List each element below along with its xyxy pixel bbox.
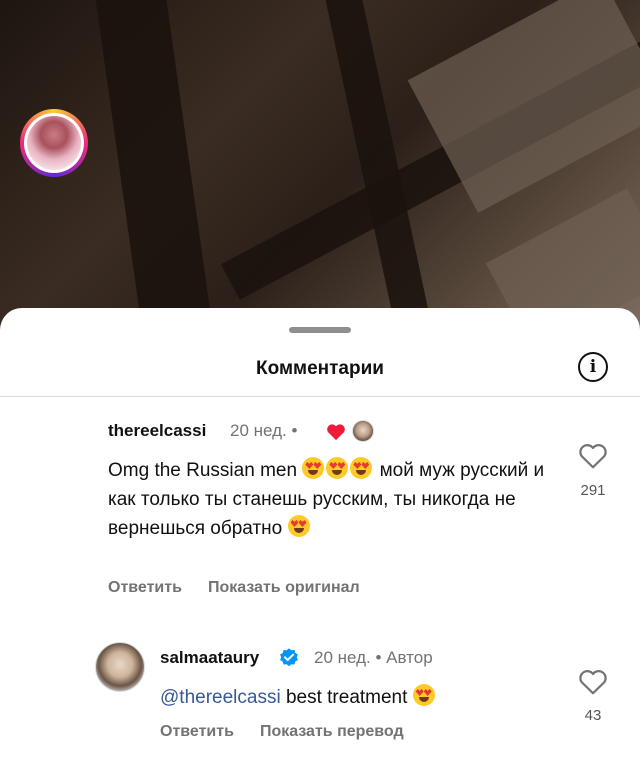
like-count: 291 [580,482,606,499]
comment-text-part: best treatment [285,687,408,708]
comment-username[interactable]: thereelcassi [108,421,206,441]
reply-button[interactable]: Ответить [108,579,182,597]
heart-outline-icon[interactable] [578,442,608,470]
comment-text: Omg the Russian men мой муж русский и ка… [108,456,548,543]
separator: • [375,648,382,667]
heart-filled-icon [327,424,345,441]
avatar-salmaataury[interactable] [95,642,145,692]
comment-actions: Ответить Показать перевод [160,723,404,741]
author-mini-avatar [352,420,374,442]
comment-text-part: Omg the Russian men [108,460,298,481]
reply-button[interactable]: Ответить [160,723,234,741]
heart-eyes-emoji [350,457,373,479]
show-translation-button[interactable]: Показать перевод [260,723,404,741]
time-text: 20 нед. [230,421,287,440]
heart-eyes-emoji [412,684,435,706]
comment-text: @thereelcassi best treatment [160,683,560,712]
info-icon[interactable]: i [578,352,608,382]
background-video-frame [0,0,640,330]
mention-link[interactable]: @thereelcassi [160,687,281,708]
comment-username[interactable]: salmaataury [160,648,259,668]
heart-outline-icon[interactable] [578,668,608,696]
heart-eyes-emoji [287,515,310,537]
divider [0,396,640,397]
avatar-thereelcassi[interactable] [20,109,88,177]
heart-eyes-emoji [302,457,325,479]
like-count: 43 [584,707,602,724]
separator: • [291,421,298,440]
show-original-button[interactable]: Показать оригинал [208,579,360,597]
comment-actions: Ответить Показать оригинал [108,579,360,597]
sheet-title: Комментарии [256,358,384,379]
heart-eyes-emoji [326,457,349,479]
comment-time: 20 нед. • Автор [314,648,433,668]
drag-handle[interactable] [289,327,351,333]
time-text: 20 нед. [314,648,371,667]
verified-badge-icon [280,648,298,667]
author-label: Автор [386,648,433,667]
comment-time: 20 нед. • [230,421,297,441]
